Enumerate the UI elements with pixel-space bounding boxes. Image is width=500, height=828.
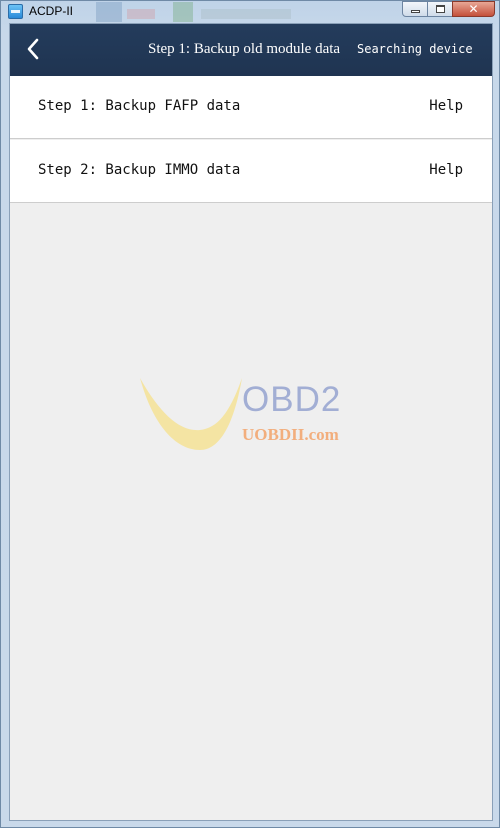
- background-taskbar-label: [201, 9, 291, 19]
- device-status: Searching device: [357, 42, 473, 56]
- window-titlebar[interactable]: ACDP-II ✕: [1, 1, 499, 23]
- background-taskbar-icon: [173, 2, 193, 22]
- watermark-site: UOBDII.com: [242, 425, 339, 444]
- close-icon: ✕: [468, 2, 479, 16]
- maximize-button[interactable]: [427, 1, 453, 17]
- list-item-backup-immo[interactable]: Step 2: Backup IMMO data Help: [10, 140, 492, 203]
- help-link[interactable]: Help: [429, 162, 463, 178]
- list-item-label: Step 2: Backup IMMO data: [38, 162, 241, 178]
- window-title: ACDP-II: [29, 4, 74, 18]
- list-item-label: Step 1: Backup FAFP data: [38, 98, 241, 114]
- watermark-logo-icon: [140, 378, 242, 450]
- list-item-backup-fafp[interactable]: Step 1: Backup FAFP data Help: [10, 76, 492, 139]
- app-window: ACDP-II ✕ Step 1: Backup old module data: [0, 0, 500, 828]
- watermark-brand: OBD2: [242, 380, 342, 419]
- help-link[interactable]: Help: [429, 98, 463, 114]
- minimize-button[interactable]: [402, 1, 428, 17]
- window-controls: ✕: [402, 1, 495, 18]
- page-title: Step 1: Backup old module data: [148, 41, 341, 57]
- maximize-icon: [435, 5, 445, 13]
- app-content: Step 1: Backup old module data Searching…: [9, 23, 493, 821]
- header-bar: Step 1: Backup old module data Searching…: [10, 24, 492, 76]
- background-taskbar-label: [127, 9, 155, 19]
- back-button[interactable]: [22, 37, 46, 61]
- app-icon: [8, 4, 23, 19]
- chevron-left-icon: [27, 38, 39, 60]
- close-button[interactable]: ✕: [452, 1, 495, 17]
- background-taskbar-icon: [96, 2, 122, 22]
- minimize-icon: [410, 10, 420, 13]
